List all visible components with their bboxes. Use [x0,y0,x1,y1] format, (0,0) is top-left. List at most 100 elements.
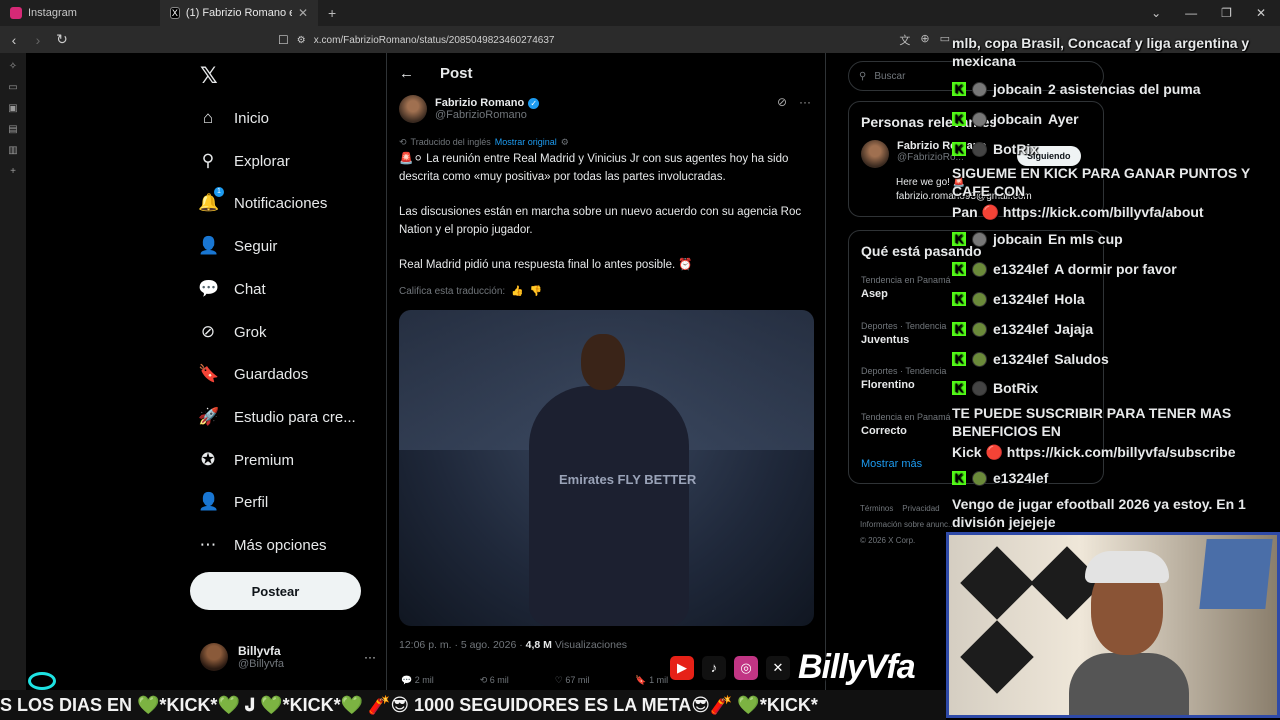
kick-icon: K [952,292,966,306]
nav-item-guardados[interactable]: 🔖 Guardados [198,359,308,389]
grok-explain-icon[interactable]: ⊘ [777,95,787,109]
bookmark-button[interactable]: 🔖 1 mil [635,675,668,686]
nav-item-label: Más opciones [234,536,327,554]
author-name[interactable]: Fabrizio Romano [435,97,524,109]
translation-note: ⟲ Traducido del inglés Mostrar original … [399,137,569,148]
post-top-actions: ⊘ ··· [777,95,811,109]
thumbs-down-icon[interactable]: 👎 [530,286,542,297]
trend-item[interactable]: Tendencia en Panamá Correcto [861,412,951,437]
nav-item-más-opciones[interactable]: ⋯ Más opciones [198,530,327,560]
pin-icon[interactable]: ✧ [9,61,17,72]
x-icon: ✕ [766,655,790,680]
instagram-icon: ◎ [734,655,758,680]
zoom-icon[interactable]: ⊕ [920,32,929,48]
nav-item-perfil[interactable]: 👤 Perfil [198,487,268,517]
footer-link[interactable]: Privacidad [902,504,939,513]
chat-username: jobcain [993,231,1043,247]
trend-item[interactable]: Tendencia en Panamá Asep [861,275,951,300]
nav-item-estudio-para-cre-[interactable]: 🚀 Estudio para cre... [198,402,356,432]
nav-item-chat[interactable]: 💬 Chat [198,274,266,304]
stream-chat-overlay: mlb, copa Brasil, Concacaf y liga argent… [948,30,1280,530]
chat-username: e1324lef [993,351,1049,367]
chat-message: Ke1324lef Hola [952,290,1278,308]
like-button[interactable]: ♡ 67 mil [555,675,590,686]
kick-icon: K [952,352,966,366]
streamer-cap [1085,551,1169,583]
site-info-icon[interactable]: ⚙ [297,35,306,46]
extension-icon-4[interactable]: ▥ [8,145,17,156]
repost-button[interactable]: ⟲ 6 mil [480,675,509,686]
chat-username: jobcain [993,111,1043,127]
footer-link[interactable]: Términos [860,504,893,513]
avatar [200,643,228,671]
close-tab-icon[interactable]: ✕ [298,6,308,20]
trend-item[interactable]: Deportes · Tendencia Florentino [861,366,946,391]
nav-item-seguir[interactable]: 👤 Seguir [198,231,277,261]
nav-item-label: Explorar [234,152,290,170]
nav-item-label: Perfil [234,493,269,511]
close-window-icon[interactable]: ✕ [1256,6,1266,20]
nav-item-notificaciones[interactable]: 🔔 1 Notificaciones [198,187,327,218]
chat-bot-promo: SIGUEME EN KICK PARA GANAR PUNTOS Y CAFE… [952,165,1250,199]
nav-item-label: Grok [234,323,267,341]
bookmark-icon[interactable]: ☐ [278,33,289,47]
tab-search-icon[interactable]: ⌄ [1151,6,1161,20]
rate-label: Califica esta traducción: [399,286,506,297]
player-head [581,334,625,390]
nav-item-premium[interactable]: ✪ Premium [198,445,294,475]
trend-topic: Juventus [861,334,910,346]
reply-button[interactable]: 💬 2 mil [401,675,434,686]
show-more-link[interactable]: Mostrar más [861,458,922,470]
post-author[interactable]: Fabrizio Romano ✓ @FabrizioRomano [399,95,540,123]
url-text[interactable]: x.com/FabrizioRomano/status/208504982346… [314,35,555,46]
post-timestamp[interactable]: 12:06 p. m. · 5 ago. 2026 · [399,639,526,651]
chat-message-text: Vengo de jugar efootball 2026 ya estoy. … [952,496,1246,530]
bookmark-count: 1 mil [649,675,669,685]
translate-icon[interactable]: 文 [899,32,910,48]
nav-item-grok[interactable]: ⊘ Grok [198,317,267,347]
avatar[interactable] [861,140,889,168]
user-avatar [972,231,987,247]
minimize-icon[interactable]: — [1185,6,1197,20]
nav-item-inicio[interactable]: ⌂ Inicio [198,103,269,133]
chat-bot-promo: TE PUEDE SUSCRIBIR PARA TENER MAS BENEFI… [952,405,1232,439]
author-avatar[interactable] [399,95,427,123]
bot-avatar [972,380,987,396]
post-image[interactable]: Emirates FLY BETTER [399,310,814,626]
bookmark-icon: 🔖 [198,364,220,383]
tab-instagram[interactable]: Instagram [0,0,160,26]
new-tab-button[interactable]: + [318,5,346,21]
chat-text: 2 asistencias del puma [1048,81,1201,97]
post-button[interactable]: Postear [190,572,361,610]
nav-item-label: Seguir [234,237,278,255]
extension-icon-3[interactable]: ▤ [8,124,17,135]
post-paragraph: Las discusiones están en marcha sobre un… [399,206,802,236]
tab-x-post[interactable]: X (1) Fabrizio Romano en X: " ✕ [160,0,318,26]
show-original-link[interactable]: Mostrar original [495,137,557,148]
url-field[interactable]: ☐ ⚙ x.com/FabrizioRomano/status/20850498… [278,30,554,50]
trend-context: Deportes · Tendencia [861,366,947,376]
reload-icon[interactable]: ↻ [52,31,72,48]
settings-icon[interactable]: ⚙ [561,137,569,148]
add-extension-icon[interactable]: + [10,166,16,177]
tab-title: (1) Fabrizio Romano en X: " [185,7,292,19]
forward-icon[interactable]: › [28,32,48,48]
back-arrow-icon[interactable]: ← [399,65,414,82]
account-switcher[interactable]: Billyvfa @Billyvfa ··· [200,643,376,671]
footer-link[interactable]: Información sobre anunc... [860,517,955,533]
maximize-icon[interactable]: ❐ [1221,6,1232,20]
extension-icon-2[interactable]: ▣ [8,103,17,114]
post-more-icon[interactable]: ··· [799,95,811,109]
settings-gear-icon[interactable] [28,672,56,690]
trend-item[interactable]: Deportes · Tendencia Juventus [861,321,946,346]
author-handle[interactable]: @FabrizioRomano [435,109,539,121]
x-logo-icon[interactable]: 𝕏 [200,63,218,89]
thumbs-up-icon[interactable]: 👍 [511,286,523,297]
back-icon[interactable]: ‹ [4,32,24,48]
extension-icon-1[interactable]: ▭ [8,82,17,93]
more-options-icon[interactable]: ··· [364,650,376,664]
rocket-icon: 🚀 [198,407,220,426]
nav-item-explorar[interactable]: ⚲ Explorar [198,146,290,176]
profile-icon: 👤 [198,492,220,511]
streamer-torso [1069,653,1189,715]
